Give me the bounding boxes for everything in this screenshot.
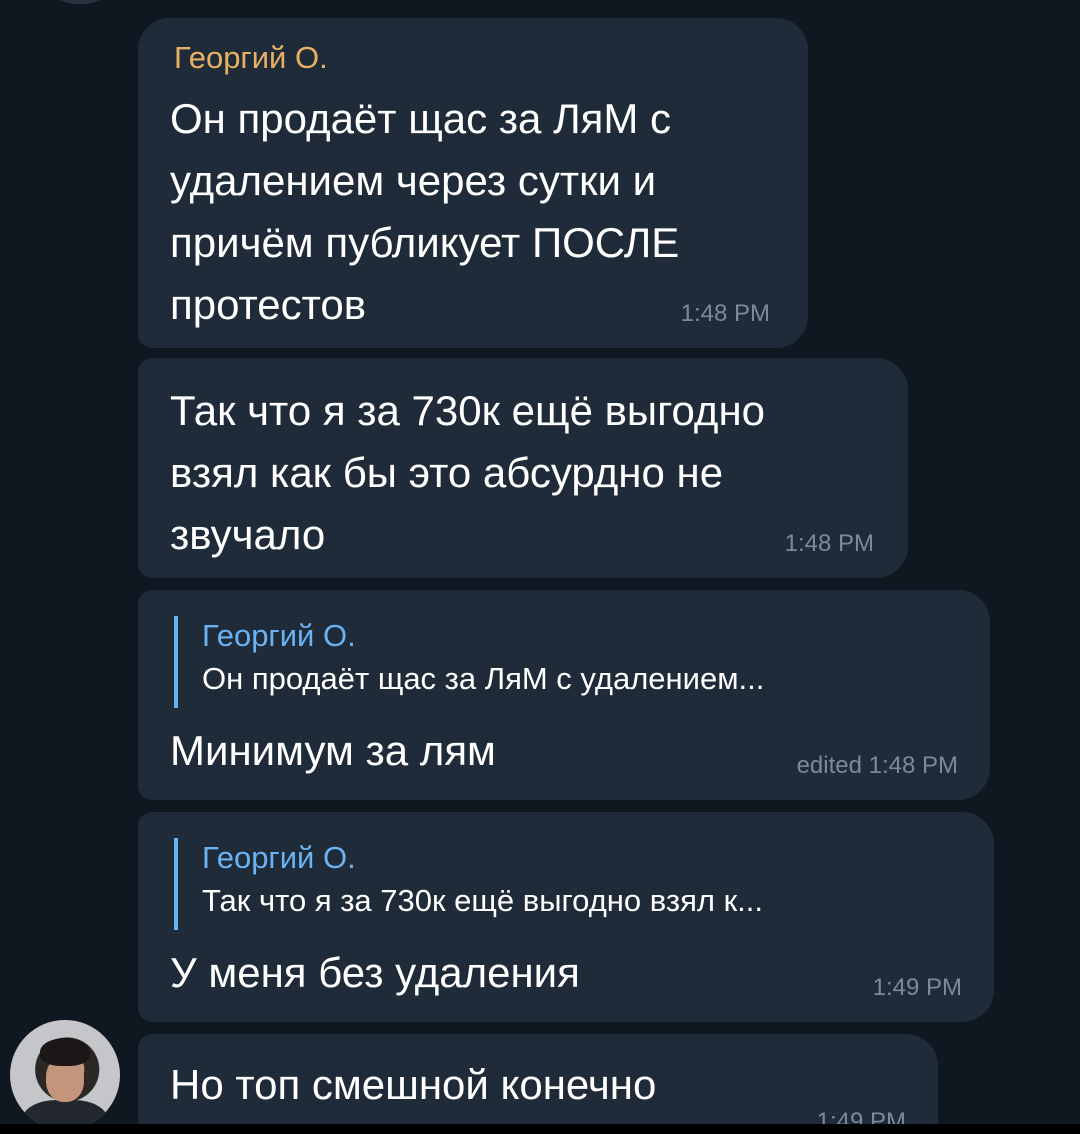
bottom-edge-bar — [0, 1124, 1080, 1134]
message-text: Но топ смешной конечно — [170, 1061, 657, 1108]
message-bubble[interactable]: Георгий О. Так что я за 730к ещё выгодно… — [138, 812, 994, 1022]
message-time: 1:48 PM — [680, 300, 770, 327]
reply-preview[interactable]: Георгий О. Он продаёт щас за ЛяМ с удале… — [174, 616, 764, 708]
message-text: Так что я за 730к ещё выгодно взял как б… — [170, 387, 765, 558]
message-text: Он продаёт щас за ЛяМ с удалением через … — [170, 95, 680, 328]
message-text: У меня без удаления — [170, 949, 580, 996]
message-time: edited 1:48 PM — [796, 752, 958, 779]
reply-preview[interactable]: Георгий О. Так что я за 730к ещё выгодно… — [174, 838, 763, 930]
reply-text: Так что я за 730к ещё выгодно взял к... — [202, 883, 763, 918]
user-avatar-icon[interactable] — [10, 1020, 120, 1130]
message-time: 1:49 PM — [872, 974, 962, 1001]
message-bubble[interactable]: Георгий О. Он продаёт щас за ЛяМ с удале… — [138, 590, 990, 800]
avatar-partial[interactable] — [48, 0, 112, 4]
sender-name[interactable]: Георгий О. — [174, 38, 328, 78]
message-bubble[interactable]: Так что я за 730к ещё выгодно взял как б… — [138, 358, 908, 578]
avatar-hair-shape — [40, 1038, 90, 1066]
message-text: Минимум за лям — [170, 727, 496, 774]
reply-sender-name: Георгий О. — [202, 618, 356, 653]
reply-text: Он продаёт щас за ЛяМ с удалением... — [202, 661, 765, 696]
reply-sender-name: Георгий О. — [202, 840, 356, 875]
chat-screen: Георгий О. Он продаёт щас за ЛяМ с удале… — [0, 0, 1080, 1134]
message-bubble[interactable]: Но топ смешной конечно 1:49 PM — [138, 1034, 938, 1134]
message-bubble[interactable]: Георгий О. Он продаёт щас за ЛяМ с удале… — [138, 18, 808, 348]
message-time: 1:48 PM — [784, 530, 874, 557]
